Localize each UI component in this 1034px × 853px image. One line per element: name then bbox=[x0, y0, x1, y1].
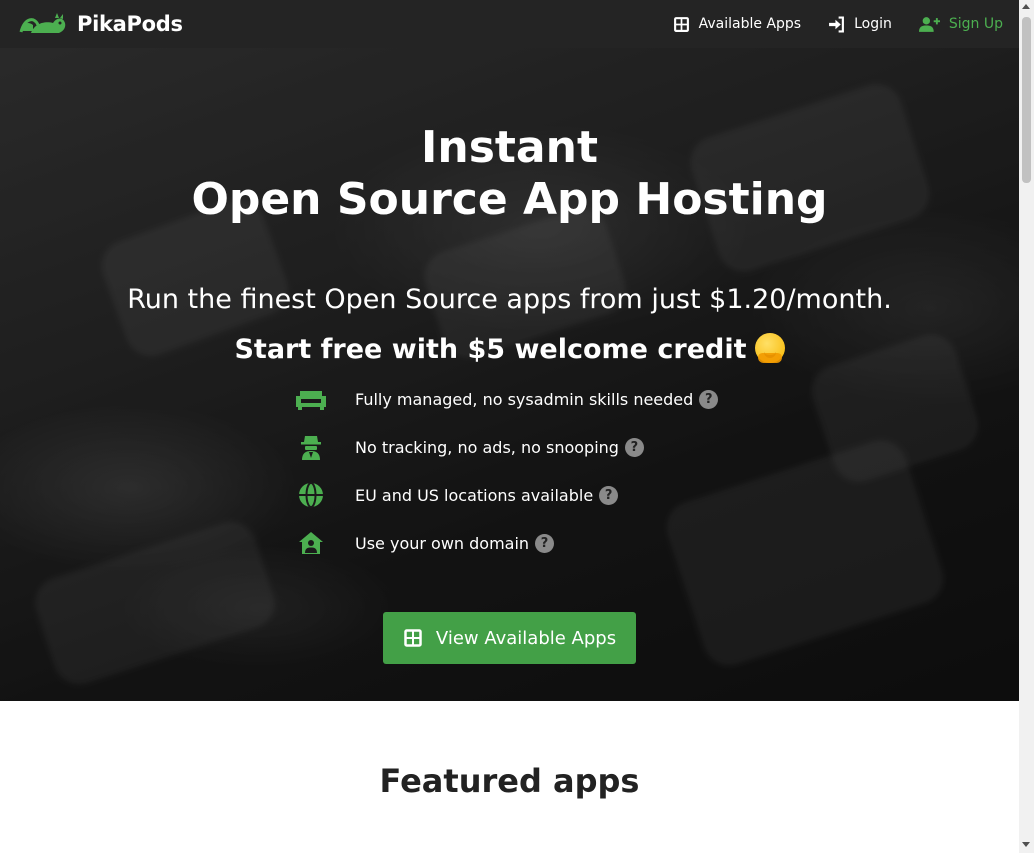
feature-text: Use your own domain bbox=[355, 533, 530, 553]
nav-available-apps-label: Available Apps bbox=[698, 16, 802, 32]
feature-item: Use your own domain ? bbox=[294, 530, 555, 556]
hero-title-line1: Instant bbox=[421, 122, 598, 173]
nav-sign-up[interactable]: Sign Up bbox=[918, 16, 1003, 33]
nav-sign-up-label: Sign Up bbox=[948, 16, 1003, 32]
hugging-face-emoji-icon bbox=[754, 333, 785, 363]
top-navbar: PikaPods Available Apps Login Sign Up bbox=[0, 0, 1019, 48]
grid-icon bbox=[673, 16, 689, 32]
help-icon[interactable]: ? bbox=[699, 389, 719, 409]
view-available-apps-label: View Available Apps bbox=[435, 627, 617, 649]
brand-name: PikaPods bbox=[77, 12, 183, 36]
pika-logo-icon bbox=[19, 13, 66, 33]
view-available-apps-button[interactable]: View Available Apps bbox=[383, 612, 636, 664]
scrollbar-thumb[interactable] bbox=[1022, 17, 1031, 183]
scroll-down-arrow-icon[interactable] bbox=[1022, 842, 1030, 847]
nav-login-label: Login bbox=[854, 16, 892, 32]
feature-text: Fully managed, no sysadmin skills needed bbox=[355, 389, 694, 409]
help-icon[interactable]: ? bbox=[535, 533, 555, 553]
grid-icon bbox=[404, 629, 422, 647]
user-plus-icon bbox=[918, 16, 940, 32]
nav-available-apps[interactable]: Available Apps bbox=[673, 16, 801, 33]
hero-credit: Start free with $5 welcome credit bbox=[0, 333, 1019, 365]
page-scrollbar[interactable] bbox=[1019, 0, 1034, 853]
feature-text: EU and US locations available bbox=[355, 485, 594, 505]
help-icon[interactable]: ? bbox=[599, 485, 619, 505]
scroll-up-arrow-icon[interactable] bbox=[1022, 4, 1030, 9]
featured-apps-heading: Featured apps bbox=[379, 762, 640, 800]
feature-text: No tracking, no ads, no snooping bbox=[355, 437, 619, 457]
hero-subtitle: Run the finest Open Source apps from jus… bbox=[127, 284, 892, 315]
hero-title: Instant Open Source App Hosting bbox=[0, 122, 1019, 226]
nav-menu: Available Apps Login Sign Up bbox=[646, 0, 1003, 48]
feature-item: Fully managed, no sysadmin skills needed… bbox=[294, 386, 719, 412]
hero-section: Instant Open Source App Hosting Run the … bbox=[0, 48, 1019, 701]
login-icon bbox=[829, 16, 845, 32]
home-user-icon bbox=[294, 530, 328, 556]
hero-credit-text: Start free with $5 welcome credit bbox=[234, 334, 747, 365]
spy-icon bbox=[294, 434, 328, 460]
globe-icon bbox=[294, 482, 328, 508]
feature-item: EU and US locations available ? bbox=[294, 482, 619, 508]
hero-title-line2: Open Source App Hosting bbox=[191, 174, 828, 225]
nav-login[interactable]: Login bbox=[828, 16, 892, 33]
feature-item: No tracking, no ads, no snooping ? bbox=[294, 434, 644, 460]
brand-link[interactable]: PikaPods bbox=[19, 9, 183, 39]
help-icon[interactable]: ? bbox=[624, 437, 644, 457]
sofa-icon bbox=[294, 386, 328, 412]
